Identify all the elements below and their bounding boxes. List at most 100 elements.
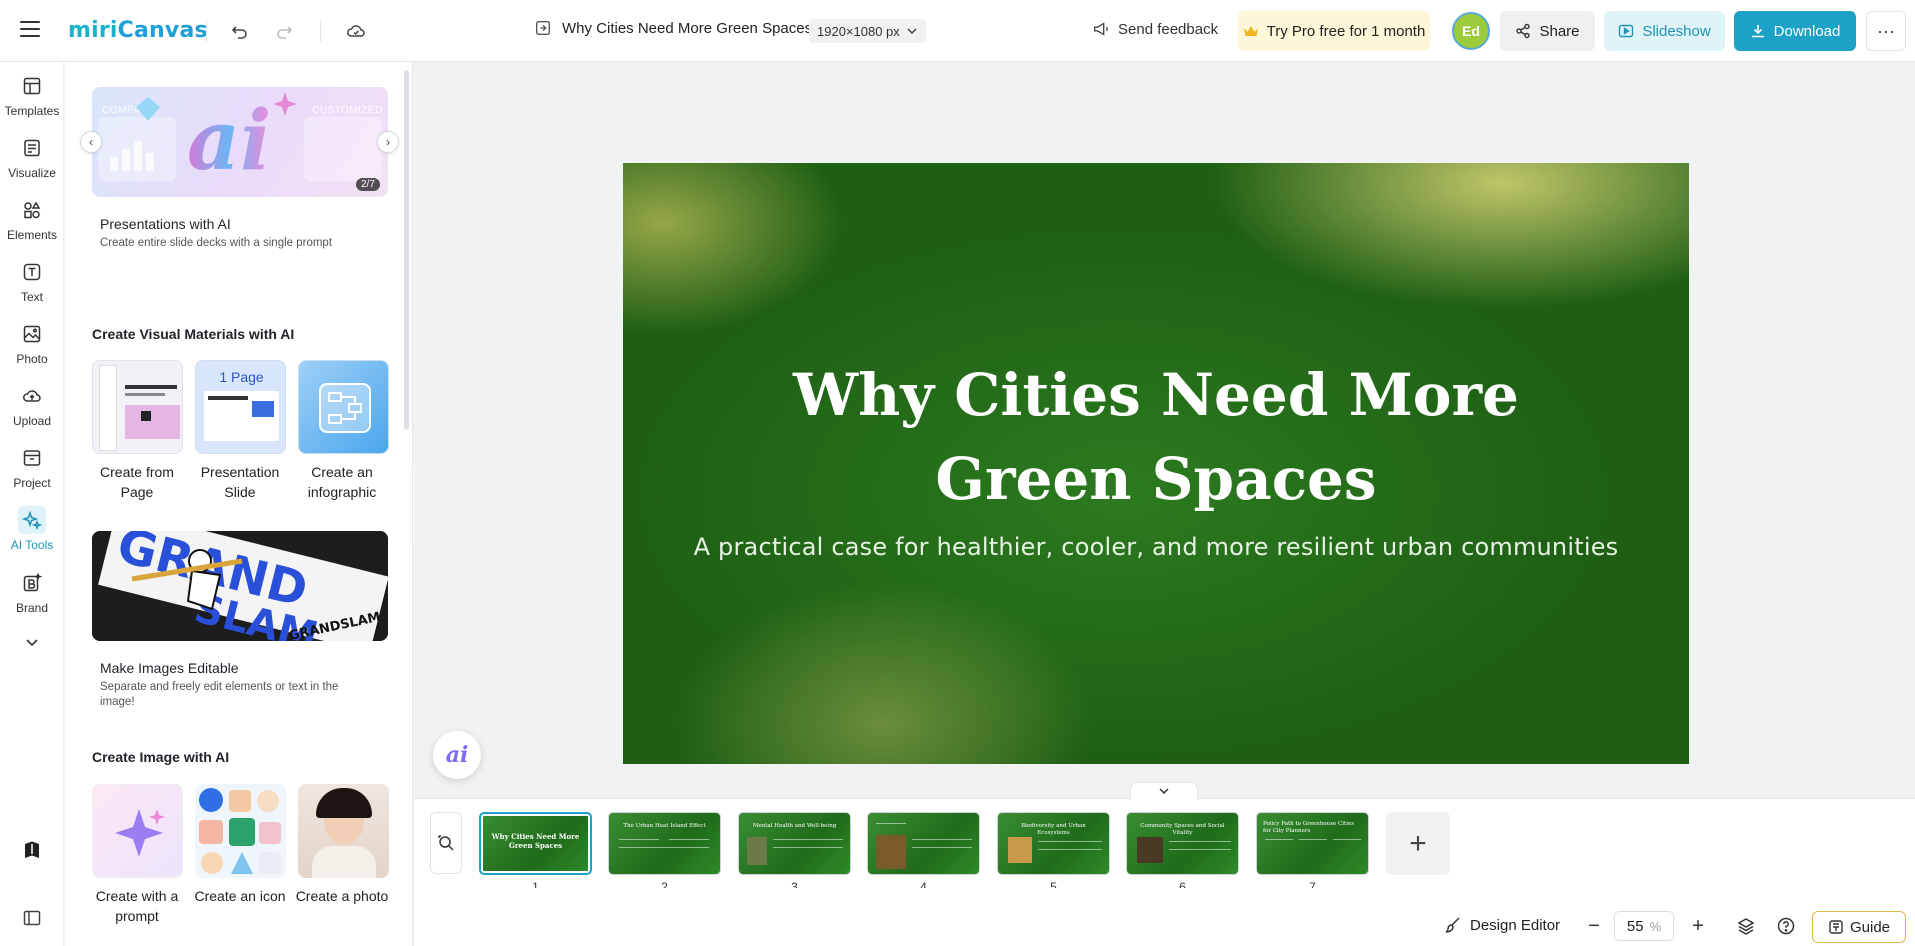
rail-item-photo[interactable]: Photo: [0, 320, 64, 372]
rail-item-visualize[interactable]: Visualize: [0, 134, 64, 186]
zoom-input[interactable]: 55 %: [1614, 911, 1674, 941]
canvas-size-label: 1920×1080 px: [817, 23, 900, 39]
thumbnail-title: Biodiversity and Urban Ecosystems: [1021, 823, 1086, 836]
document-title[interactable]: Why Cities Need More Green Spaces: [534, 19, 812, 37]
guide-button[interactable]: Guide: [1812, 911, 1906, 943]
megaphone-icon: [1094, 22, 1108, 36]
rail-item-project[interactable]: Project: [0, 444, 64, 496]
tile-label: Create an icon: [194, 888, 286, 904]
ai-lettering: ai: [187, 93, 272, 189]
create-infographic-tile[interactable]: [298, 360, 389, 454]
redo-icon[interactable]: [270, 17, 298, 45]
zoom-unit: %: [1649, 918, 1662, 934]
rail-item-elements[interactable]: Elements: [0, 196, 64, 248]
create-with-prompt-tile[interactable]: [92, 784, 183, 878]
section-heading: Create Visual Materials with AI: [92, 326, 295, 342]
sparkle-icon: [273, 92, 297, 116]
more-options-button[interactable]: ···: [1866, 11, 1906, 51]
panel-scrollbar[interactable]: [404, 70, 409, 430]
panel-item-desc: Separate and freely edit elements or tex…: [100, 681, 339, 708]
undo-icon[interactable]: [226, 17, 254, 45]
download-button[interactable]: Download: [1734, 11, 1856, 51]
carousel-counter: 2/7: [356, 178, 380, 191]
slide-thumbnail-4[interactable]: [867, 812, 980, 875]
download-label: Download: [1773, 22, 1841, 40]
rail-label: Project: [13, 476, 51, 490]
send-feedback-button[interactable]: Send feedback: [1092, 20, 1218, 38]
make-images-editable-preview[interactable]: GRAND SLAM GRANDSLAM: [92, 531, 388, 641]
slide-thumbnail-3[interactable]: Mental Health and Well-being: [738, 812, 851, 875]
sparkle-icon: [115, 809, 165, 857]
add-slide-button[interactable]: +: [1386, 812, 1450, 875]
carousel-next-button[interactable]: ›: [377, 131, 399, 153]
create-photo-tile[interactable]: [298, 784, 389, 878]
design-editor-label: Design Editor: [1470, 916, 1561, 934]
filmstrip-toggle[interactable]: [1130, 782, 1198, 799]
slideshow-button[interactable]: Slideshow: [1604, 11, 1725, 51]
guide-label: Guide: [1849, 918, 1891, 936]
slide-thumbnail-5[interactable]: Biodiversity and Urban Ecosystems: [997, 812, 1110, 875]
bar-chart-icon: [110, 141, 154, 171]
presentation-slide-tile[interactable]: 1 Page: [195, 360, 286, 454]
thumbnail-title: Community Spaces and Social Vitality: [1140, 823, 1225, 836]
rail-item-brand[interactable]: Brand: [0, 569, 64, 621]
ai-assistant-button[interactable]: ai: [433, 731, 481, 779]
layers-icon[interactable]: [1732, 912, 1760, 940]
slide-subtitle[interactable]: A practical case for healthier, cooler, …: [663, 533, 1649, 561]
tool-rail: Templates Visualize Elements Text Photo …: [0, 62, 64, 946]
zoom-search-button[interactable]: [430, 812, 462, 874]
menu-icon[interactable]: [20, 21, 40, 39]
panel-item-title[interactable]: Presentations with AI: [100, 216, 231, 232]
section-heading: Create Image with AI: [92, 749, 230, 765]
create-from-page-tile[interactable]: [92, 360, 183, 454]
zoom-in-button[interactable]: +: [1686, 914, 1710, 938]
rail-label: AI Tools: [10, 538, 54, 552]
design-editor-button[interactable]: Design Editor: [1444, 916, 1560, 934]
ai-presentation-banner[interactable]: COMPARE CUSTOMIZED ai: [92, 87, 388, 197]
rail-label: Brand: [15, 601, 49, 615]
upload-icon: [18, 382, 46, 410]
rail-item-text[interactable]: Text: [0, 258, 64, 310]
rail-label: Upload: [12, 414, 52, 428]
download-icon: [1751, 25, 1764, 38]
visualize-icon: [18, 134, 46, 162]
brush-icon: [1445, 917, 1460, 933]
slide-title[interactable]: Why Cities Need More Green Spaces: [713, 353, 1599, 521]
share-icon: [1516, 23, 1531, 39]
zoom-out-button[interactable]: −: [1582, 914, 1606, 938]
rail-item-upload[interactable]: Upload: [0, 382, 64, 434]
thumbnail-title: The Urban Heat Island Effect: [623, 823, 706, 829]
cloud-save-icon[interactable]: [342, 17, 370, 45]
ai-tools-icon: [18, 506, 46, 534]
rail-item-ai-tools[interactable]: AI Tools: [0, 506, 64, 558]
avatar[interactable]: Ed: [1452, 12, 1490, 50]
panel-item-title[interactable]: Make Images Editable: [100, 660, 239, 676]
divider: [320, 20, 321, 42]
share-button[interactable]: Share: [1500, 11, 1595, 51]
project-icon: [18, 444, 46, 472]
bookmark-logo-icon[interactable]: [18, 836, 46, 864]
try-pro-button[interactable]: Try Pro free for 1 month: [1238, 11, 1430, 51]
thumbnail-title: Why Cities Need More Green Spaces: [491, 832, 580, 850]
canvas-size-dropdown[interactable]: 1920×1080 px: [809, 19, 926, 43]
templates-icon: [18, 72, 46, 100]
divider: [206, 20, 207, 42]
gem-icon: [136, 97, 160, 121]
slide-thumbnail-2[interactable]: The Urban Heat Island Effect: [608, 812, 721, 875]
thumbnail-title: Policy Path to Greenhouse Cities for Cit…: [1263, 821, 1355, 834]
banner-ghost-text: CUSTOMIZED: [312, 105, 383, 116]
slide-canvas[interactable]: Why Cities Need More Green Spaces A prac…: [623, 163, 1689, 764]
slide-thumbnail-6[interactable]: Community Spaces and Social Vitality: [1126, 812, 1239, 875]
create-icon-tile[interactable]: [195, 784, 286, 878]
app-logo[interactable]: miriCanvas: [68, 18, 208, 43]
share-label: Share: [1539, 22, 1580, 40]
chevron-down-icon: [1159, 788, 1169, 795]
slide-thumbnail-1[interactable]: Why Cities Need More Green Spaces: [479, 812, 592, 875]
help-icon[interactable]: [1772, 912, 1800, 940]
slide-thumbnail-7[interactable]: Policy Path to Greenhouse Cities for Cit…: [1256, 812, 1369, 875]
toggle-panel-icon[interactable]: [18, 904, 46, 932]
tile-label: Create from Page: [100, 464, 174, 500]
chevron-down-icon[interactable]: [18, 628, 46, 656]
carousel-prev-button[interactable]: ‹: [80, 131, 102, 153]
rail-item-templates[interactable]: Templates: [0, 72, 64, 124]
